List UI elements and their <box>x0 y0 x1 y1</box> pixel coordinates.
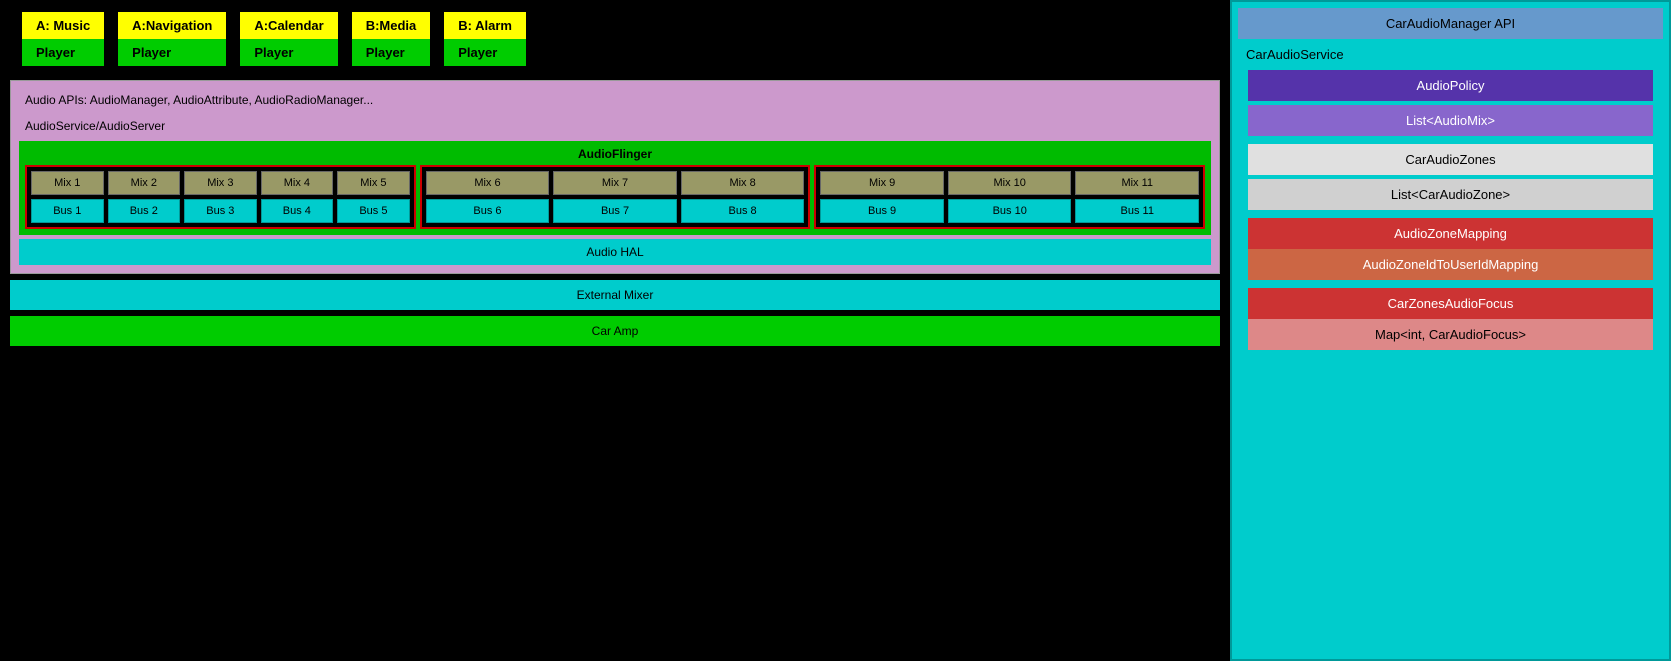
player-card-top-0: A: Music <box>22 12 104 39</box>
mix-item-0-1: Mix 2 <box>108 171 181 195</box>
mix-item-2-1: Mix 10 <box>948 171 1072 195</box>
mix-item-1-2: Mix 8 <box>681 171 805 195</box>
player-card-top-1: A:Navigation <box>118 12 226 39</box>
player-card-bottom-4: Player <box>444 39 526 66</box>
car-amp-text: Car Amp <box>592 324 639 338</box>
player-card-1: A:Navigation Player <box>116 10 228 68</box>
bus-item-0-4: Bus 5 <box>337 199 410 223</box>
bus-item-2-0: Bus 9 <box>820 199 944 223</box>
player-card-2: A:Calendar Player <box>238 10 339 68</box>
player-card-3: B:Media Player <box>350 10 433 68</box>
mix-item-1-1: Mix 7 <box>553 171 677 195</box>
player-card-top-4: B: Alarm <box>444 12 526 39</box>
player-card-bottom-3: Player <box>352 39 431 66</box>
player-card-top-2: A:Calendar <box>240 12 337 39</box>
main-diagram: A: Music Player A:Navigation Player A:Ca… <box>0 0 1230 661</box>
bus-item-0-1: Bus 2 <box>108 199 181 223</box>
bus-item-0-0: Bus 1 <box>31 199 104 223</box>
audio-hal-text: Audio HAL <box>586 245 643 259</box>
mix-item-0-3: Mix 4 <box>261 171 334 195</box>
external-mixer-layer: External Mixer <box>10 280 1220 310</box>
mix-item-2-2: Mix 11 <box>1075 171 1199 195</box>
zone-box-0: Mix 1Mix 2Mix 3Mix 4Mix 5 Bus 1Bus 2Bus 3… <box>25 165 416 229</box>
mix-item-0-0: Mix 1 <box>31 171 104 195</box>
zone-box-2: Mix 9Mix 10Mix 11 Bus 9Bus 10Bus 11 <box>814 165 1205 229</box>
car-audio-zones: CarAudioZones <box>1248 144 1653 175</box>
zones-row: Mix 1Mix 2Mix 3Mix 4Mix 5 Bus 1Bus 2Bus 3… <box>25 165 1205 229</box>
audioservice-layer: AudioService/AudioServer <box>19 115 1211 137</box>
player-card-4: B: Alarm Player <box>442 10 528 68</box>
bus-item-2-1: Bus 10 <box>948 199 1072 223</box>
bus-item-1-2: Bus 8 <box>681 199 805 223</box>
zone-box-1: Mix 6Mix 7Mix 8 Bus 6Bus 7Bus 8 <box>420 165 811 229</box>
bus-item-1-0: Bus 6 <box>426 199 550 223</box>
audio-zone-id-mapping: AudioZoneIdToUserIdMapping <box>1248 249 1653 280</box>
map-car-audio-focus: Map<int, CarAudioFocus> <box>1248 319 1653 350</box>
api-layer-text: Audio APIs: AudioManager, AudioAttribute… <box>25 93 373 107</box>
list-car-audio-zone: List<CarAudioZone> <box>1248 179 1653 210</box>
car-audio-service-label: CarAudioService <box>1238 43 1663 66</box>
mix-item-2-0: Mix 9 <box>820 171 944 195</box>
player-cards-row: A: Music Player A:Navigation Player A:Ca… <box>20 10 1220 68</box>
mix-item-1-0: Mix 6 <box>426 171 550 195</box>
audio-hal-layer: Audio HAL <box>19 239 1211 265</box>
audioservice-text: AudioService/AudioServer <box>25 119 165 133</box>
car-amp-layer: Car Amp <box>10 316 1220 346</box>
bus-item-0-2: Bus 3 <box>184 199 257 223</box>
audioflinger-label: AudioFlinger <box>25 147 1205 161</box>
bus-item-1-1: Bus 7 <box>553 199 677 223</box>
car-zones-audio-focus-section: CarZonesAudioFocus Map<int, CarAudioFocu… <box>1248 288 1653 350</box>
car-zones-audio-focus: CarZonesAudioFocus <box>1248 288 1653 319</box>
right-panel: CarAudioManager API CarAudioService Audi… <box>1230 0 1671 661</box>
mix-item-0-4: Mix 5 <box>337 171 410 195</box>
car-audio-manager-api: CarAudioManager API <box>1238 8 1663 39</box>
player-card-bottom-2: Player <box>240 39 337 66</box>
external-mixer-text: External Mixer <box>577 288 654 302</box>
audioflinger-wrapper: AudioFlinger Mix 1Mix 2Mix 3Mix 4Mix 5Bu… <box>19 141 1211 235</box>
api-layer: Audio APIs: AudioManager, AudioAttribute… <box>19 89 1211 111</box>
audio-zone-mapping: AudioZoneMapping <box>1248 218 1653 249</box>
player-card-bottom-0: Player <box>22 39 104 66</box>
mix-item-0-2: Mix 3 <box>184 171 257 195</box>
audio-zone-mapping-section: AudioZoneMapping AudioZoneIdToUserIdMapp… <box>1248 218 1653 280</box>
player-card-bottom-1: Player <box>118 39 226 66</box>
bus-item-2-2: Bus 11 <box>1075 199 1199 223</box>
player-card-top-3: B:Media <box>352 12 431 39</box>
audio-policy: AudioPolicy <box>1248 70 1653 101</box>
list-audiomix: List<AudioMix> <box>1248 105 1653 136</box>
bus-item-0-3: Bus 4 <box>261 199 334 223</box>
player-card-0: A: Music Player <box>20 10 106 68</box>
audio-layers: Audio APIs: AudioManager, AudioAttribute… <box>10 80 1220 274</box>
